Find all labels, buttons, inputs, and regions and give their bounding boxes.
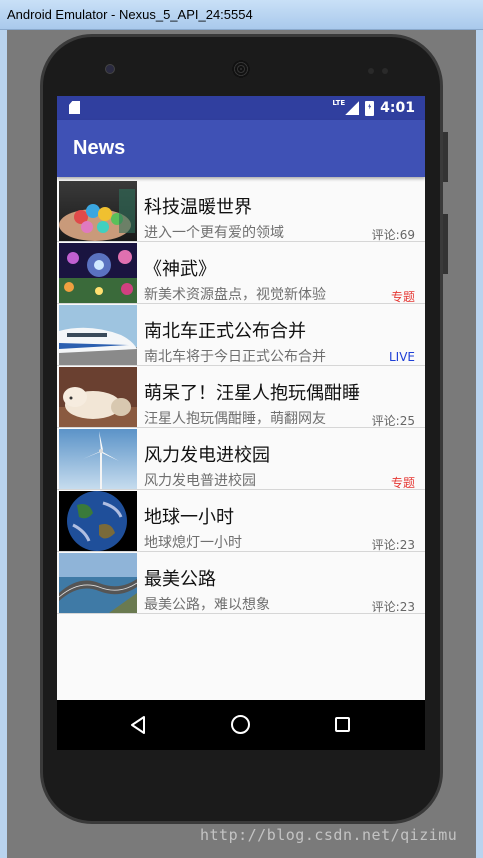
earth-photo <box>59 491 137 551</box>
news-title: 萌呆了！汪星人抱玩偶酣睡 <box>144 383 360 404</box>
app-toolbar: News <box>57 120 425 177</box>
back-icon[interactable] <box>130 716 146 734</box>
hands-globe-photo <box>59 181 137 241</box>
window-border-left <box>0 30 7 858</box>
news-subtitle: 风力发电普进校园 <box>144 473 256 489</box>
power-button[interactable] <box>443 132 448 182</box>
coastal-road-photo <box>59 553 137 613</box>
sleeping-dog-photo <box>59 367 137 427</box>
news-tag: 专题 <box>390 476 415 490</box>
news-subtitle: 进入一个更有爱的领域 <box>144 225 284 241</box>
news-list[interactable]: 科技温暖世界 进入一个更有爱的领域 评论:69 《神武》 新美术资源盘点，视觉新… <box>57 180 425 614</box>
news-tag: 专题 <box>390 290 415 304</box>
window-border-right <box>476 30 483 858</box>
fantasy-game-art <box>59 243 137 303</box>
news-subtitle: 最美公路，难以想象 <box>144 597 270 613</box>
window-title-bar: Android Emulator - Nexus_5_API_24:5554 <box>0 0 483 30</box>
sd-card-icon <box>69 101 80 114</box>
network-type: LTE <box>332 99 346 107</box>
front-camera <box>105 64 115 74</box>
volume-button[interactable] <box>443 214 448 274</box>
watermark: http://blog.csdn.net/qizimu <box>200 826 458 844</box>
signal-icon <box>345 101 360 115</box>
news-item[interactable]: 《神武》 新美术资源盘点，视觉新体验 专题 <box>57 242 425 304</box>
toolbar-title: News <box>73 137 126 159</box>
home-icon[interactable] <box>231 715 250 734</box>
bullet-train-photo <box>59 305 137 365</box>
wind-turbine-photo <box>59 429 137 489</box>
news-title: 风力发电进校园 <box>144 445 270 466</box>
news-item[interactable]: 最美公路 最美公路，难以想象 评论:23 <box>57 552 425 614</box>
phone-screen: LTE 4:01 News 科技温暖世界 进入一个更有爱的领域 评论:69 《神… <box>57 96 425 750</box>
navigation-bar <box>57 700 425 750</box>
window-title: Android Emulator - Nexus_5_API_24:5554 <box>7 7 253 22</box>
news-subtitle: 汪星人抱玩偶酣睡，萌翻网友 <box>144 411 326 427</box>
news-tag: 评论:23 <box>371 600 415 614</box>
news-tag: 评论:25 <box>371 414 415 428</box>
news-tag: 评论:23 <box>371 538 415 552</box>
news-subtitle: 南北车将于今日正式公布合并 <box>144 349 326 365</box>
status-bar: LTE 4:01 <box>57 96 425 120</box>
news-tag: 评论:69 <box>371 228 415 242</box>
news-tag: LIVE <box>388 350 415 364</box>
news-item[interactable]: 南北车正式公布合并 南北车将于今日正式公布合并 LIVE <box>57 304 425 366</box>
news-item[interactable]: 科技温暖世界 进入一个更有爱的领域 评论:69 <box>57 180 425 242</box>
news-title: 《神武》 <box>144 259 216 280</box>
earpiece-speaker <box>232 60 250 78</box>
news-title: 地球一小时 <box>144 507 234 528</box>
news-title: 南北车正式公布合并 <box>144 321 306 342</box>
recent-apps-icon[interactable] <box>335 717 350 732</box>
news-item[interactable]: 风力发电进校园 风力发电普进校园 专题 <box>57 428 425 490</box>
battery-charging-icon <box>365 100 375 116</box>
news-subtitle: 地球熄灯一小时 <box>144 535 242 551</box>
news-title: 最美公路 <box>144 569 216 590</box>
news-item[interactable]: 地球一小时 地球熄灯一小时 评论:23 <box>57 490 425 552</box>
status-time: 4:01 <box>380 100 415 116</box>
proximity-sensor <box>368 68 374 74</box>
news-item[interactable]: 萌呆了！汪星人抱玩偶酣睡 汪星人抱玩偶酣睡，萌翻网友 评论:25 <box>57 366 425 428</box>
light-sensor <box>382 68 388 74</box>
news-title: 科技温暖世界 <box>144 197 252 218</box>
news-subtitle: 新美术资源盘点，视觉新体验 <box>144 287 326 303</box>
